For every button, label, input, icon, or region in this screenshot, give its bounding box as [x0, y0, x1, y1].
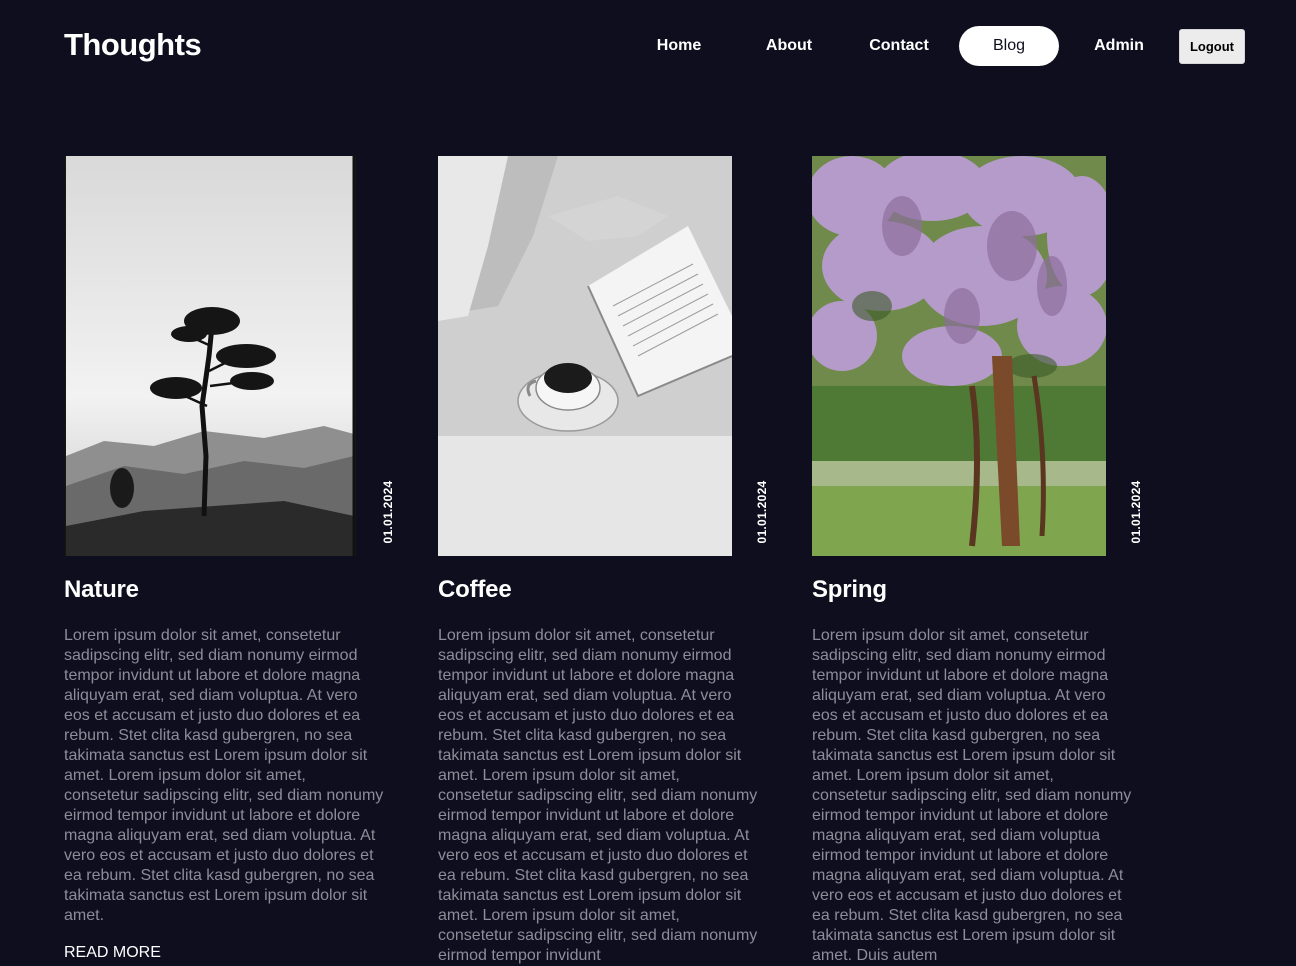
logout-button[interactable]: Logout	[1179, 29, 1245, 64]
post-title[interactable]: Coffee	[438, 576, 512, 604]
nav-blog[interactable]: Blog	[959, 26, 1059, 66]
nav-contact[interactable]: Contact	[849, 26, 949, 66]
spring-photo[interactable]	[812, 156, 1106, 556]
nav-admin[interactable]: Admin	[1069, 26, 1169, 66]
post-title[interactable]: Spring	[812, 576, 887, 604]
post-date: 01.01.2024	[381, 480, 395, 544]
post-title[interactable]: Nature	[64, 576, 139, 604]
post-excerpt: Lorem ipsum dolor sit amet, consetetur s…	[64, 627, 384, 924]
nature-photo[interactable]	[64, 156, 356, 556]
read-more-link[interactable]: READ MORE	[64, 944, 161, 962]
post-excerpt: Lorem ipsum dolor sit amet, consetetur s…	[812, 627, 1132, 964]
post-excerpt: Lorem ipsum dolor sit amet, consetetur s…	[438, 627, 758, 964]
post-date: 01.01.2024	[1129, 480, 1143, 544]
nav-home[interactable]: Home	[629, 26, 729, 66]
coffee-photo[interactable]	[438, 156, 732, 556]
nav-about[interactable]: About	[739, 26, 839, 66]
site-logo[interactable]: Thoughts	[64, 27, 202, 63]
post-date: 01.01.2024	[755, 480, 769, 544]
site-header: Thoughts Home About Contact Blog Admin L…	[0, 0, 1296, 92]
